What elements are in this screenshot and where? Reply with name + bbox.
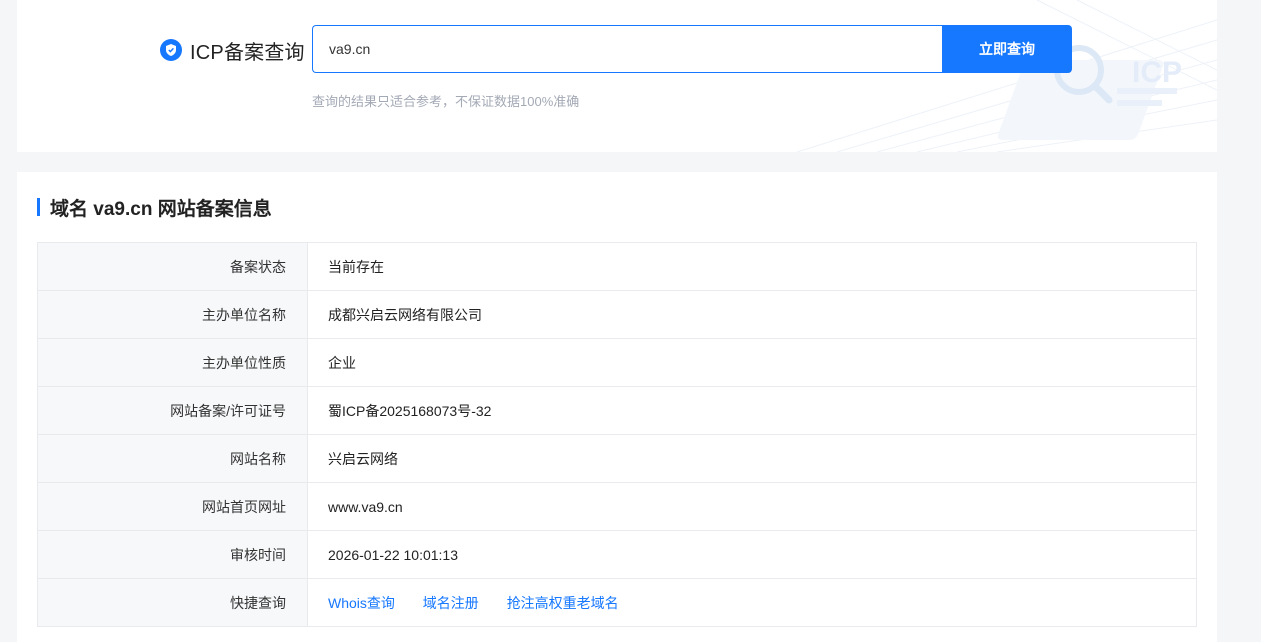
row-value: 2026-01-22 10:01:13 (307, 530, 1197, 579)
record-info-panel: 域名 va9.cn 网站备案信息 备案状态 当前存在 主办单位名称 成都兴启云网… (17, 172, 1217, 642)
search-button[interactable]: 立即查询 (942, 25, 1072, 73)
brand-title: ICP备案查询 (190, 41, 305, 64)
row-value: www.va9.cn (307, 482, 1197, 531)
record-table: 备案状态 当前存在 主办单位名称 成都兴启云网络有限公司 主办单位性质 企业 网… (37, 242, 1197, 627)
title-accent-bar (37, 198, 40, 216)
row-label: 主办单位名称 (37, 290, 308, 339)
backorder-domain-link[interactable]: 抢注高权重老域名 (507, 595, 619, 611)
row-label: 网站备案/许可证号 (37, 386, 308, 435)
section-title-text: 域名 va9.cn 网站备案信息 (50, 198, 272, 220)
quick-links-row: 快捷查询 Whois查询 域名注册 抢注高权重老域名 (37, 578, 1197, 627)
search-box: 立即查询 (312, 25, 1072, 73)
quick-links-label: 快捷查询 (37, 578, 308, 627)
table-row: 网站首页网址 www.va9.cn (37, 482, 1197, 531)
whois-link[interactable]: Whois查询 (328, 595, 395, 611)
table-row: 审核时间 2026-01-22 10:01:13 (37, 530, 1197, 579)
row-value: 兴启云网络 (307, 434, 1197, 483)
icp-decoration-graphic: ICP (797, 0, 1217, 152)
table-row: 备案状态 当前存在 (37, 242, 1197, 291)
row-label: 主办单位性质 (37, 338, 308, 387)
section-title: 域名 va9.cn 网站备案信息 (37, 196, 272, 220)
row-label: 审核时间 (37, 530, 308, 579)
table-row: 主办单位名称 成都兴启云网络有限公司 (37, 290, 1197, 339)
row-value: 蜀ICP备2025168073号-32 (307, 386, 1197, 435)
row-value: 当前存在 (307, 242, 1197, 291)
row-value: 企业 (307, 338, 1197, 387)
row-label: 网站名称 (37, 434, 308, 483)
row-label: 备案状态 (37, 242, 308, 291)
disclaimer-text: 查询的结果只适合参考，不保证数据100%准确 (312, 94, 580, 109)
row-label: 网站首页网址 (37, 482, 308, 531)
search-panel: ICP ICP备案查询 立即查询 查询的结果只适合参考，不保证数据100%准确 (17, 0, 1217, 152)
domain-search-input[interactable] (312, 25, 942, 73)
row-value: 成都兴启云网络有限公司 (307, 290, 1197, 339)
table-row: 网站备案/许可证号 蜀ICP备2025168073号-32 (37, 386, 1197, 435)
domain-register-link[interactable]: 域名注册 (423, 595, 479, 611)
icp-decoration-text: ICP (1132, 56, 1182, 89)
shield-icon (160, 39, 182, 61)
table-row: 主办单位性质 企业 (37, 338, 1197, 387)
quick-links: Whois查询 域名注册 抢注高权重老域名 (307, 578, 1197, 627)
table-row: 网站名称 兴启云网络 (37, 434, 1197, 483)
brand: ICP备案查询 (160, 36, 305, 64)
